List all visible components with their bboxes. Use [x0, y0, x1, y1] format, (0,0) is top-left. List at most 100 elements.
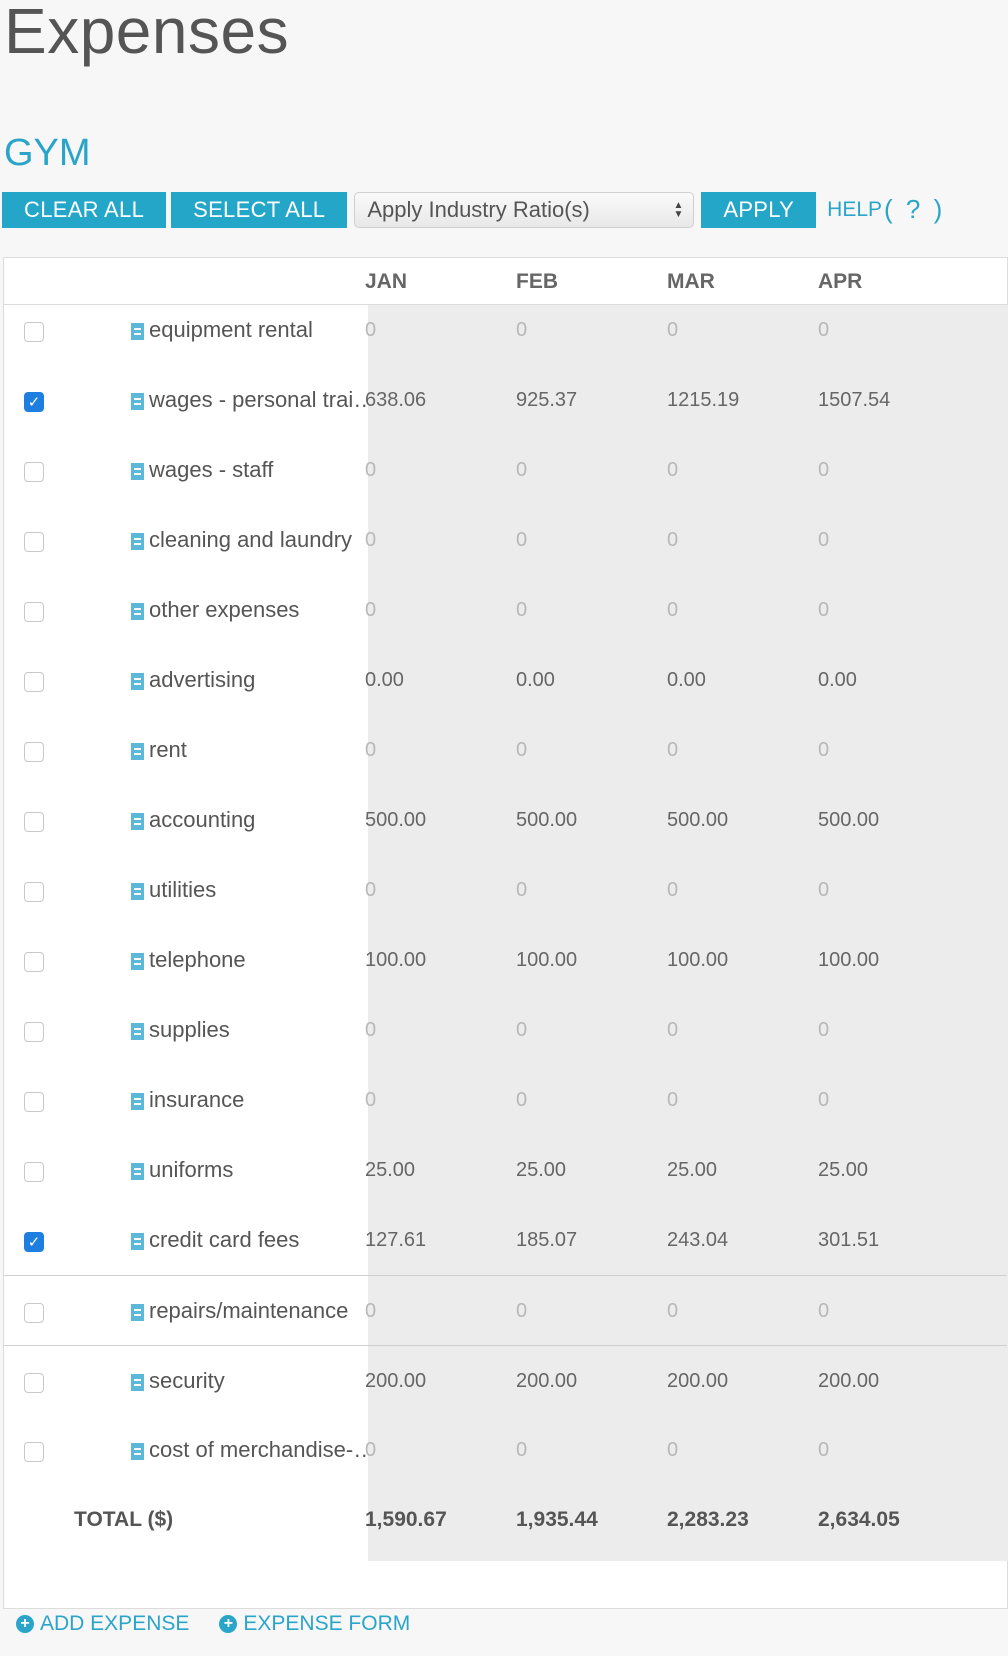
row-checkbox[interactable] [24, 882, 44, 902]
month-value[interactable]: 200.00 [365, 1370, 426, 1393]
month-value[interactable]: 0 [365, 1089, 376, 1112]
month-value[interactable]: 0 [516, 1019, 527, 1042]
month-value[interactable]: 0 [667, 1439, 678, 1462]
row-checkbox[interactable] [24, 1373, 44, 1393]
expense-name[interactable]: uniforms [149, 1157, 369, 1183]
month-value[interactable]: 0 [516, 1439, 527, 1462]
row-checkbox[interactable] [24, 322, 44, 342]
document-icon[interactable] [131, 1163, 144, 1180]
row-checkbox[interactable]: ✓ [24, 1232, 44, 1252]
month-value[interactable]: 0 [818, 319, 829, 342]
document-icon[interactable] [131, 533, 144, 550]
month-value[interactable]: 0 [365, 319, 376, 342]
month-value[interactable]: 25.00 [365, 1159, 415, 1182]
month-value[interactable]: 100.00 [365, 949, 426, 972]
month-value[interactable]: 100.00 [667, 949, 728, 972]
document-icon[interactable] [131, 1233, 144, 1250]
expense-form-link[interactable]: + EXPENSE FORM [219, 1612, 410, 1636]
row-checkbox[interactable] [24, 602, 44, 622]
expense-name[interactable]: security [149, 1368, 369, 1394]
add-expense-link[interactable]: + ADD EXPENSE [16, 1612, 189, 1636]
month-value[interactable]: 0 [365, 529, 376, 552]
month-value[interactable]: 0 [818, 1019, 829, 1042]
row-checkbox[interactable] [24, 1303, 44, 1323]
month-value[interactable]: 1507.54 [818, 389, 890, 412]
month-value[interactable]: 0.00 [667, 669, 706, 692]
document-icon[interactable] [131, 393, 144, 410]
document-icon[interactable] [131, 603, 144, 620]
expense-name[interactable]: wages - staff [149, 457, 369, 483]
month-value[interactable]: 0 [365, 1019, 376, 1042]
expense-name[interactable]: cleaning and laundry [149, 527, 369, 553]
month-value[interactable]: 200.00 [516, 1370, 577, 1393]
month-value[interactable]: 301.51 [818, 1229, 879, 1252]
month-value[interactable]: 0 [667, 879, 678, 902]
month-value[interactable]: 0 [365, 1300, 376, 1323]
row-checkbox[interactable] [24, 952, 44, 972]
row-checkbox[interactable] [24, 812, 44, 832]
month-value[interactable]: 500.00 [516, 809, 577, 832]
expense-name[interactable]: wages - personal trai… [149, 387, 369, 413]
row-checkbox[interactable] [24, 672, 44, 692]
month-value[interactable]: 0 [516, 879, 527, 902]
month-value[interactable]: 0 [516, 459, 527, 482]
expense-name[interactable]: other expenses [149, 597, 369, 623]
expense-name[interactable]: insurance [149, 1087, 369, 1113]
month-value[interactable]: 0 [516, 1300, 527, 1323]
document-icon[interactable] [131, 1093, 144, 1110]
month-value[interactable]: 0 [516, 739, 527, 762]
month-value[interactable]: 0 [818, 459, 829, 482]
row-checkbox[interactable] [24, 1162, 44, 1182]
document-icon[interactable] [131, 813, 144, 830]
month-value[interactable]: 500.00 [667, 809, 728, 832]
month-value[interactable]: 0 [365, 599, 376, 622]
expense-name[interactable]: supplies [149, 1017, 369, 1043]
month-value[interactable]: 0 [365, 739, 376, 762]
month-value[interactable]: 0 [818, 599, 829, 622]
month-value[interactable]: 127.61 [365, 1229, 426, 1252]
row-checkbox[interactable] [24, 532, 44, 552]
month-value[interactable]: 200.00 [818, 1370, 879, 1393]
month-value[interactable]: 0 [667, 1300, 678, 1323]
expense-name[interactable]: credit card fees [149, 1227, 369, 1253]
month-value[interactable]: 0.00 [516, 669, 555, 692]
month-value[interactable]: 0 [667, 459, 678, 482]
document-icon[interactable] [131, 673, 144, 690]
month-value[interactable]: 0 [365, 879, 376, 902]
row-checkbox[interactable]: ✓ [24, 392, 44, 412]
month-value[interactable]: 0.00 [818, 669, 857, 692]
expense-name[interactable]: utilities [149, 877, 369, 903]
month-value[interactable]: 0 [667, 1019, 678, 1042]
month-value[interactable]: 25.00 [667, 1159, 717, 1182]
month-value[interactable]: 200.00 [667, 1370, 728, 1393]
expense-name[interactable]: accounting [149, 807, 369, 833]
month-value[interactable]: 25.00 [516, 1159, 566, 1182]
expense-name[interactable]: cost of merchandise-… [149, 1437, 369, 1463]
month-value[interactable]: 1215.19 [667, 389, 739, 412]
month-value[interactable]: 925.37 [516, 389, 577, 412]
month-value[interactable]: 0 [516, 529, 527, 552]
month-value[interactable]: 100.00 [516, 949, 577, 972]
month-value[interactable]: 0 [818, 739, 829, 762]
month-value[interactable]: 638.06 [365, 389, 426, 412]
month-value[interactable]: 25.00 [818, 1159, 868, 1182]
month-value[interactable]: 0 [667, 739, 678, 762]
row-checkbox[interactable] [24, 1022, 44, 1042]
expense-name[interactable]: equipment rental [149, 317, 369, 343]
month-value[interactable]: 0 [818, 529, 829, 552]
month-value[interactable]: 0 [818, 1300, 829, 1323]
industry-ratio-select[interactable]: Apply Industry Ratio(s) ▲ ▼ [354, 191, 695, 228]
month-value[interactable]: 243.04 [667, 1229, 728, 1252]
month-value[interactable]: 0 [667, 599, 678, 622]
month-value[interactable]: 0.00 [365, 669, 404, 692]
expense-name[interactable]: rent [149, 737, 369, 763]
expense-name[interactable]: advertising [149, 667, 369, 693]
row-checkbox[interactable] [24, 1092, 44, 1112]
row-checkbox[interactable] [24, 462, 44, 482]
month-value[interactable]: 100.00 [818, 949, 879, 972]
select-all-button[interactable]: SELECT ALL [171, 191, 348, 228]
document-icon[interactable] [131, 883, 144, 900]
expense-name[interactable]: telephone [149, 947, 369, 973]
month-value[interactable]: 0 [516, 1089, 527, 1112]
apply-button[interactable]: APPLY [701, 191, 817, 228]
